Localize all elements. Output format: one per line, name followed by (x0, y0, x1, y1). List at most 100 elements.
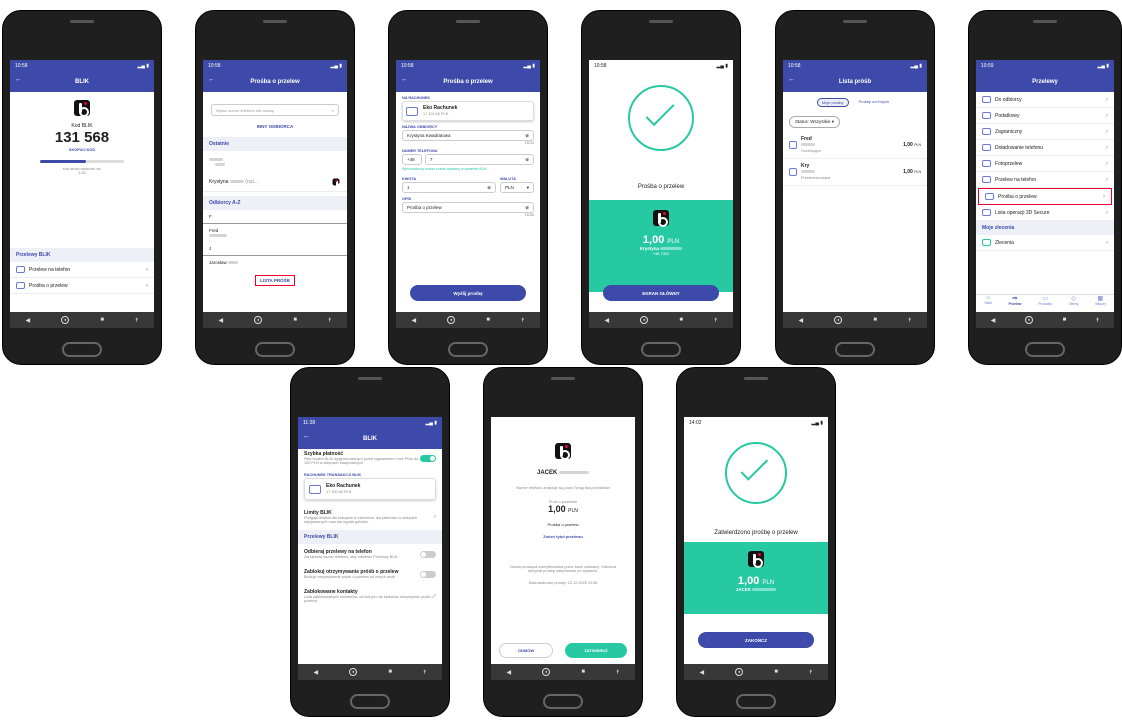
accessibility-icon[interactable]: ☨ (809, 669, 812, 676)
accessibility-icon[interactable]: ☨ (908, 317, 911, 324)
clear-icon[interactable]: ⊗ (525, 157, 529, 163)
currency-select[interactable]: PLN ▾ (500, 182, 534, 193)
quick-pay-toggle[interactable] (420, 454, 436, 462)
recent-square-icon[interactable]: ■ (774, 669, 778, 675)
menu-item-4[interactable]: Fotoprzelew › (976, 156, 1114, 172)
recent-contact[interactable]: Krystyna (nat... (203, 173, 347, 192)
recent-square-icon[interactable]: ■ (293, 317, 297, 323)
tab-products[interactable]: ▭ Produkty (1038, 295, 1052, 312)
phone-request-contacts: 10:58 ▂▄ ▮ ← Prośba o przelew Wpisz numer … (195, 10, 355, 365)
back-triangle-icon[interactable]: ◀ (26, 317, 31, 324)
request-row[interactable]: Fred Oczekujące 1,00 PLN (783, 132, 927, 159)
home-circle-icon[interactable]: ● (254, 316, 263, 324)
description-field[interactable]: Prośba o przelew ⊗ (402, 202, 534, 213)
amount-field[interactable]: 1 ⊗ (402, 182, 496, 193)
status-filter[interactable]: Status: Wszystkie ▾ (789, 116, 841, 128)
menu-item-7[interactable]: Lista operacji 3D Secure › (976, 205, 1114, 221)
status-bar: 11:38 ▂▄ ▮ (298, 417, 442, 428)
home-circle-icon[interactable]: ● (447, 316, 456, 324)
back-arrow-icon[interactable]: ← (788, 76, 795, 83)
menu-item-5[interactable]: Przelew na telefon › (976, 172, 1114, 188)
tab-my-requests[interactable]: Moje prośby (816, 98, 849, 107)
change-title-link[interactable]: Zmień tytuł przelewu (491, 534, 635, 539)
tab-transfer[interactable]: ⇨ Przelew (1009, 295, 1022, 312)
phone-field[interactable]: 7 ⊗ (425, 154, 534, 165)
clear-icon[interactable]: ⊗ (487, 185, 491, 191)
menu-item-3[interactable]: Doładowanie telefonu › (976, 140, 1114, 156)
field-value: 7 (430, 157, 433, 162)
accessibility-icon[interactable]: ☨ (714, 317, 717, 324)
back-triangle-icon[interactable]: ◀ (219, 317, 224, 324)
back-triangle-icon[interactable]: ◀ (412, 317, 417, 324)
recent-square-icon[interactable]: ■ (100, 317, 104, 323)
back-arrow-icon[interactable]: ← (208, 76, 215, 83)
receive-toggle[interactable] (420, 550, 436, 558)
back-arrow-icon[interactable]: ← (401, 76, 408, 83)
menu-item-phone-transfer[interactable]: Przelew na telefon › (10, 262, 154, 278)
prefix-field[interactable]: +48 (402, 154, 422, 165)
home-circle-icon[interactable]: ● (834, 316, 843, 324)
request-list-link[interactable]: LISTA PRÓŚB (255, 275, 295, 286)
request-row[interactable]: Kry Przeterminowane 1,00 PLN (783, 159, 927, 186)
home-circle-icon[interactable]: ● (349, 668, 358, 676)
search-input[interactable]: Wpisz numer telefonu lub nazwę ⌕ (211, 104, 339, 116)
clear-icon[interactable]: ⊗ (525, 205, 529, 211)
clock: 10:58 (15, 62, 28, 69)
menu-item-6[interactable]: Prośba o przelew › (978, 188, 1112, 205)
menu-item-request[interactable]: Prośba o przelew › (10, 278, 154, 294)
send-request-button[interactable]: Wyślij prośbę (410, 285, 526, 301)
menu-item-2[interactable]: Zagraniczny › (976, 124, 1114, 140)
tab-more[interactable]: ▦ Więcej (1095, 295, 1106, 312)
limits-row[interactable]: Limity BLIK Podgląd limitów dla zakupów w… (298, 504, 442, 530)
contact-fred[interactable]: Fred (203, 224, 347, 242)
field-value: PLN (505, 185, 514, 190)
back-triangle-icon[interactable]: ◀ (799, 317, 804, 324)
home-circle-icon[interactable]: ● (640, 316, 649, 324)
back-triangle-icon[interactable]: ◀ (507, 669, 512, 676)
recent-square-icon[interactable]: ■ (388, 669, 392, 675)
tab-offers[interactable]: ◇ Oferty (1069, 295, 1079, 312)
recent-square-icon[interactable]: ■ (581, 669, 585, 675)
home-circle-icon[interactable]: ● (61, 316, 70, 324)
contact-jaroslaw[interactable]: Jarosław (203, 256, 347, 269)
accessibility-icon[interactable]: ☨ (135, 317, 138, 324)
back-arrow-icon[interactable]: ← (303, 433, 310, 440)
other-recipient-link[interactable]: INNY ODBIORCA (203, 124, 347, 129)
accessibility-icon[interactable]: ☨ (328, 317, 331, 324)
menu-item-orders[interactable]: Zlecenia › (976, 235, 1114, 251)
tab-start[interactable]: ⌂ Start (984, 295, 991, 312)
accessibility-icon[interactable]: ☨ (521, 317, 524, 324)
home-circle-icon[interactable]: ● (1025, 316, 1034, 324)
finish-button[interactable]: ZAKOŃCZ (698, 632, 814, 648)
recent-square-icon[interactable]: ■ (1063, 317, 1067, 323)
recent-square-icon[interactable]: ■ (873, 317, 877, 323)
reject-button[interactable]: ODMÓW (499, 643, 553, 658)
recent-square-icon[interactable]: ■ (486, 317, 490, 323)
back-triangle-icon[interactable]: ◀ (314, 669, 319, 676)
account-card[interactable]: Eko Rachunek 17 100,96 PLN (304, 478, 436, 500)
clear-icon[interactable]: ⊗ (525, 133, 529, 139)
accept-button[interactable]: ZATWIERDŹ (565, 643, 627, 658)
accessibility-icon[interactable]: ☨ (423, 669, 426, 676)
accessibility-icon[interactable]: ☨ (1096, 317, 1099, 324)
copy-code-link[interactable]: SKOPIUJ KOD (10, 148, 154, 152)
menu-item-0[interactable]: Do odbiorcy › (976, 92, 1114, 108)
home-screen-button[interactable]: EKRAN GŁÓWNY (603, 285, 719, 301)
back-triangle-icon[interactable]: ◀ (991, 317, 996, 324)
accessibility-icon[interactable]: ☨ (616, 669, 619, 676)
back-triangle-icon[interactable]: ◀ (700, 669, 705, 676)
tab-others-requests[interactable]: Prośby od innych (855, 98, 894, 107)
tab-label: Więcej (1095, 302, 1106, 306)
recent-blurred-contact[interactable] (203, 151, 347, 173)
account-card[interactable]: Eko Rachunek 17 101,96 PLN (402, 101, 534, 121)
back-arrow-icon[interactable]: ← (15, 76, 22, 83)
recipient-name-field[interactable]: Krystyna Kwadratowa ⊗ (402, 130, 534, 141)
request-name: Fred (801, 136, 812, 142)
recent-square-icon[interactable]: ■ (679, 317, 683, 323)
home-circle-icon[interactable]: ● (542, 668, 551, 676)
back-triangle-icon[interactable]: ◀ (605, 317, 610, 324)
blocked-contacts-row[interactable]: Zablokowane kontakty Lista zablokowanych … (298, 584, 442, 608)
block-requests-toggle[interactable] (420, 570, 436, 578)
home-circle-icon[interactable]: ● (735, 668, 744, 676)
menu-item-1[interactable]: Podatkowy › (976, 108, 1114, 124)
